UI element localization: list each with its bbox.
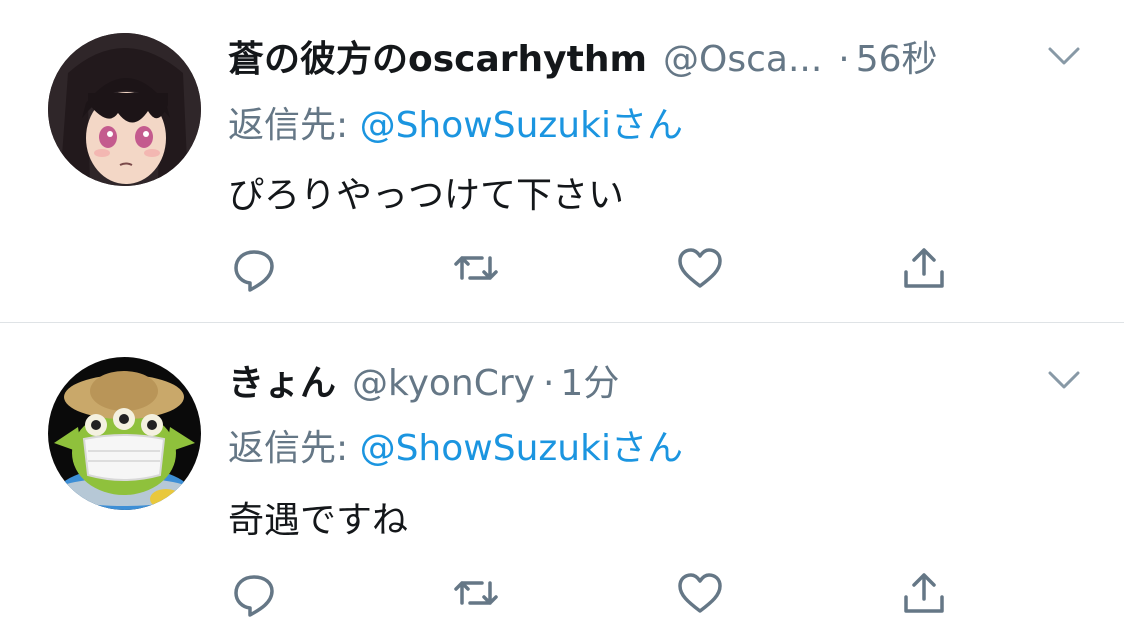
user-handle[interactable]: @kyonCry [352, 363, 535, 404]
tweet-text: ぴろりやっつけて下さい [228, 175, 625, 216]
avatar[interactable] [48, 357, 201, 510]
reply-context: 返信先: @ShowSuzukiさん [228, 419, 683, 471]
tweet[interactable]: 蒼の彼方のoscarhythm @Osca... · 56秒 返信先: @Sho… [0, 0, 1124, 322]
reply-button[interactable] [224, 563, 284, 623]
tweet-header: 蒼の彼方のoscarhythm @Osca... · 56秒 [228, 30, 938, 80]
reply-icon [234, 575, 274, 617]
avatar[interactable] [48, 33, 201, 186]
chevron-down-icon[interactable] [1046, 44, 1082, 68]
retweet-button[interactable] [446, 563, 506, 623]
separator: · [838, 39, 850, 80]
reply-mention-link[interactable]: @ShowSuzukiさん [360, 428, 683, 469]
like-button[interactable] [670, 563, 730, 623]
chevron-down-icon[interactable] [1046, 368, 1082, 392]
user-handle[interactable]: @Osca... [663, 39, 822, 80]
timestamp[interactable]: 1分 [560, 354, 619, 406]
like-icon [678, 248, 722, 288]
retweet-icon [454, 581, 498, 605]
like-button[interactable] [670, 238, 730, 298]
display-name[interactable]: きょん [228, 354, 336, 406]
share-button[interactable] [894, 238, 954, 298]
retweet-icon [454, 256, 498, 280]
anime-girl-avatar-icon [48, 33, 201, 186]
share-icon [904, 573, 944, 613]
share-button[interactable] [894, 563, 954, 623]
display-name[interactable]: 蒼の彼方のoscarhythm [228, 30, 647, 82]
reply-icon [234, 250, 274, 292]
like-icon [678, 573, 722, 613]
share-icon [904, 248, 944, 288]
reply-button[interactable] [224, 238, 284, 298]
tweet-text: 奇遇ですね [228, 500, 409, 541]
tweet-actions [0, 563, 1124, 623]
green-alien-avatar-icon [48, 357, 201, 510]
retweet-button[interactable] [446, 238, 506, 298]
reply-context: 返信先: @ShowSuzukiさん [228, 96, 683, 148]
separator: · [542, 363, 555, 404]
tweet[interactable]: きょん @kyonCry · 1分 返信先: @ShowSuzukiさん 奇遇で… [0, 323, 1124, 640]
timestamp[interactable]: 56秒 [856, 30, 938, 82]
tweet-actions [0, 238, 1124, 298]
reply-prefix: 返信先: [228, 105, 360, 146]
reply-mention-link[interactable]: @ShowSuzukiさん [360, 105, 683, 146]
reply-prefix: 返信先: [228, 428, 360, 469]
tweet-header: きょん @kyonCry · 1分 [228, 354, 619, 404]
